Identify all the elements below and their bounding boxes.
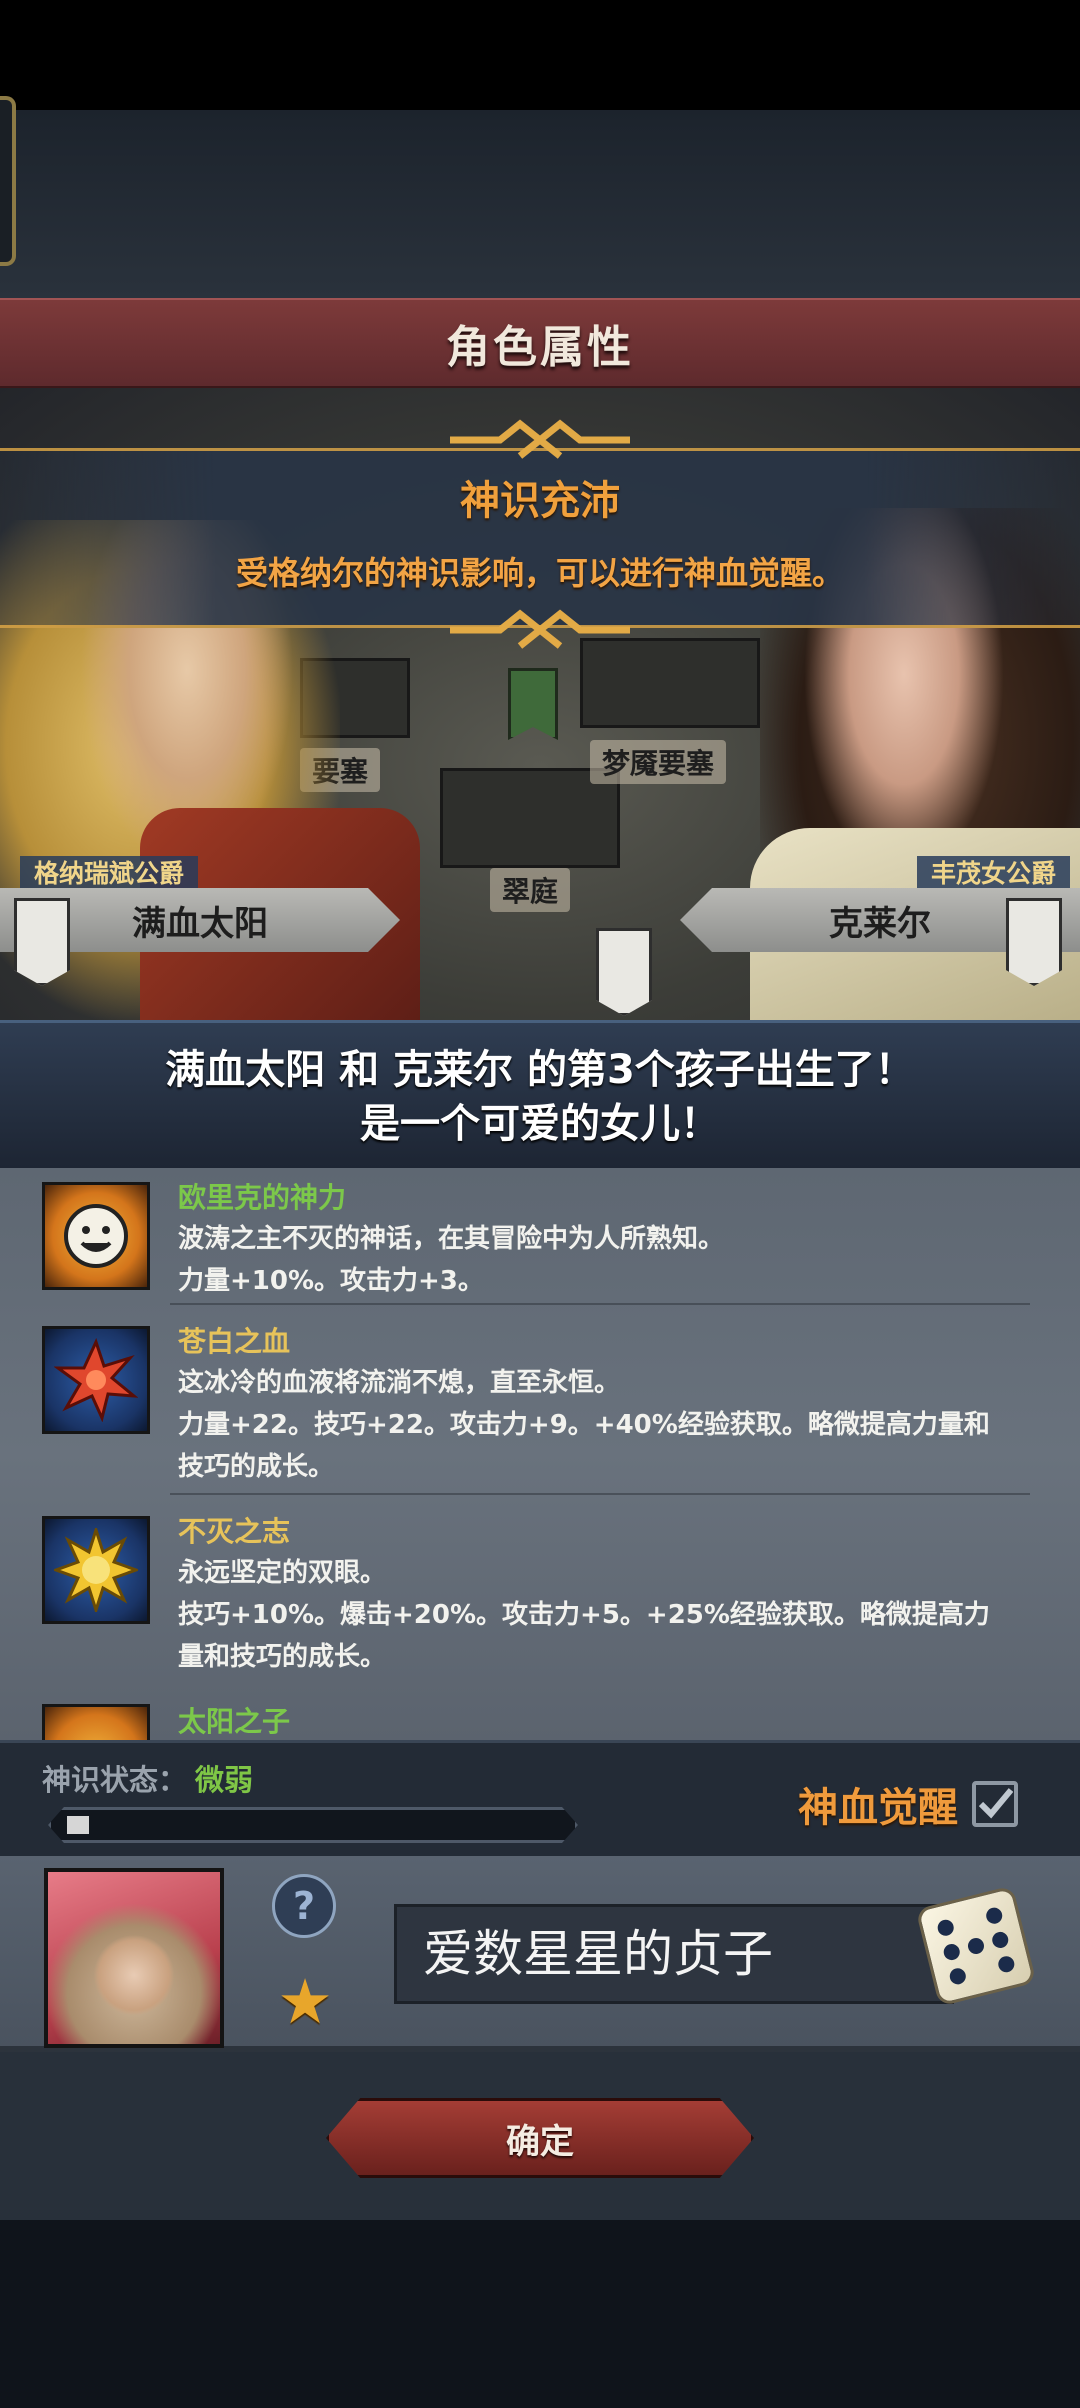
divine-sense-bar: 神识状态： 微弱 神血觉醒 (0, 1740, 1080, 1856)
child-name-input[interactable]: 爱数星星的贞子 (394, 1904, 954, 2004)
status-description: 受格纳尔的神识影响，可以进行神血觉醒。 (235, 554, 844, 592)
smiling-sun-icon (42, 1704, 150, 1740)
child-avatar[interactable] (44, 1868, 224, 2048)
father-title: 格纳瑞斌公爵 (20, 856, 199, 892)
divine-sense-value: 微弱 (195, 1763, 254, 1797)
top-status-area (0, 0, 1080, 110)
mother-title: 丰茂女公爵 (916, 856, 1070, 892)
child-panel: ? ★ 爱数星星的贞子 (0, 1856, 1080, 2052)
trait-description: 永远坚定的双眼。 技巧+10%。爆击+20%。攻击力+5。+25%经验获取。略微… (178, 1558, 990, 1672)
trait-divider (170, 1303, 1030, 1305)
blood-awaken-label: 神血觉醒 (798, 1785, 958, 1831)
question-icon: ? (292, 1884, 316, 1928)
header-bar: 角色属性 (0, 298, 1080, 388)
star-icon: ★ (277, 1964, 333, 2038)
upper-background (0, 110, 1080, 300)
divine-sense-label: 神识状态： 微弱 (42, 1763, 254, 1797)
trait-list[interactable]: 欧里克的神力 波涛之主不灭的神话，在其冒险中为人所熟知。 力量+10%。攻击力+… (0, 1168, 1080, 1740)
smiling-sun-icon (42, 1182, 150, 1290)
help-button[interactable]: ? (272, 1874, 336, 1938)
father-name: 满血太阳 (132, 903, 268, 944)
father-shield-icon (14, 898, 70, 986)
golden-sun-icon (42, 1516, 150, 1624)
blood-awaken-toggle[interactable]: 神血觉醒 (798, 1775, 1018, 1833)
map-label-nightmare-fortress: 梦魇要塞 (590, 740, 727, 784)
side-frame-tab[interactable] (0, 96, 16, 266)
announcement-line-2: 是一个可爱的女儿！ (360, 1101, 720, 1147)
map-label-green-court: 翠庭 (490, 868, 571, 912)
divine-sense-progress-fill (67, 1816, 89, 1834)
tree-banner-icon (508, 668, 558, 740)
confirm-button[interactable]: 确定 (326, 2098, 754, 2178)
mother-shield-icon (1006, 898, 1062, 986)
footer: 确定 (0, 2052, 1080, 2220)
status-title: 神识充沛 (460, 478, 620, 524)
house-shield-icon (596, 928, 652, 1016)
blood-burst-icon (42, 1326, 150, 1434)
mother-name: 克莱尔 (829, 903, 931, 944)
trait-divider (170, 1493, 1030, 1495)
trait-description: 这冰冷的血液将流淌不熄，直至永恒。 力量+22。技巧+22。攻击力+9。+40%… (178, 1368, 990, 1482)
ornament-bottom-icon (450, 609, 630, 649)
announcement-line-1: 满血太阳 和 克莱尔 的第3个孩子出生了！ (165, 1047, 915, 1093)
blood-awaken-checkbox[interactable] (972, 1781, 1018, 1827)
confirm-label: 确定 (506, 2121, 574, 2162)
ornament-top-icon (450, 419, 630, 459)
trait-name: 欧里克的神力 (178, 1181, 347, 1214)
page-title: 角色属性 (446, 322, 634, 373)
trait-name: 不灭之志 (178, 1515, 291, 1548)
trait-name: 苍白之血 (178, 1325, 291, 1358)
favorite-star-button[interactable]: ★ (270, 1964, 340, 2038)
bottom-area (0, 2220, 1080, 2408)
birth-announcement: 满血太阳 和 克莱尔 的第3个孩子出生了！ 是一个可爱的女儿！ (0, 1020, 1080, 1168)
trait-name: 太阳之子 (178, 1705, 291, 1738)
parents-scene: 要塞 梦魇要塞 翠庭 神识充沛 受格纳尔的神识影响，可以进行神血觉醒。 格纳瑞斌… (0, 388, 1080, 1020)
trait-description: 波涛之主不灭的神话，在其冒险中为人所熟知。 力量+10%。攻击力+3。 (178, 1224, 725, 1296)
divine-sense-progress (48, 1807, 578, 1843)
